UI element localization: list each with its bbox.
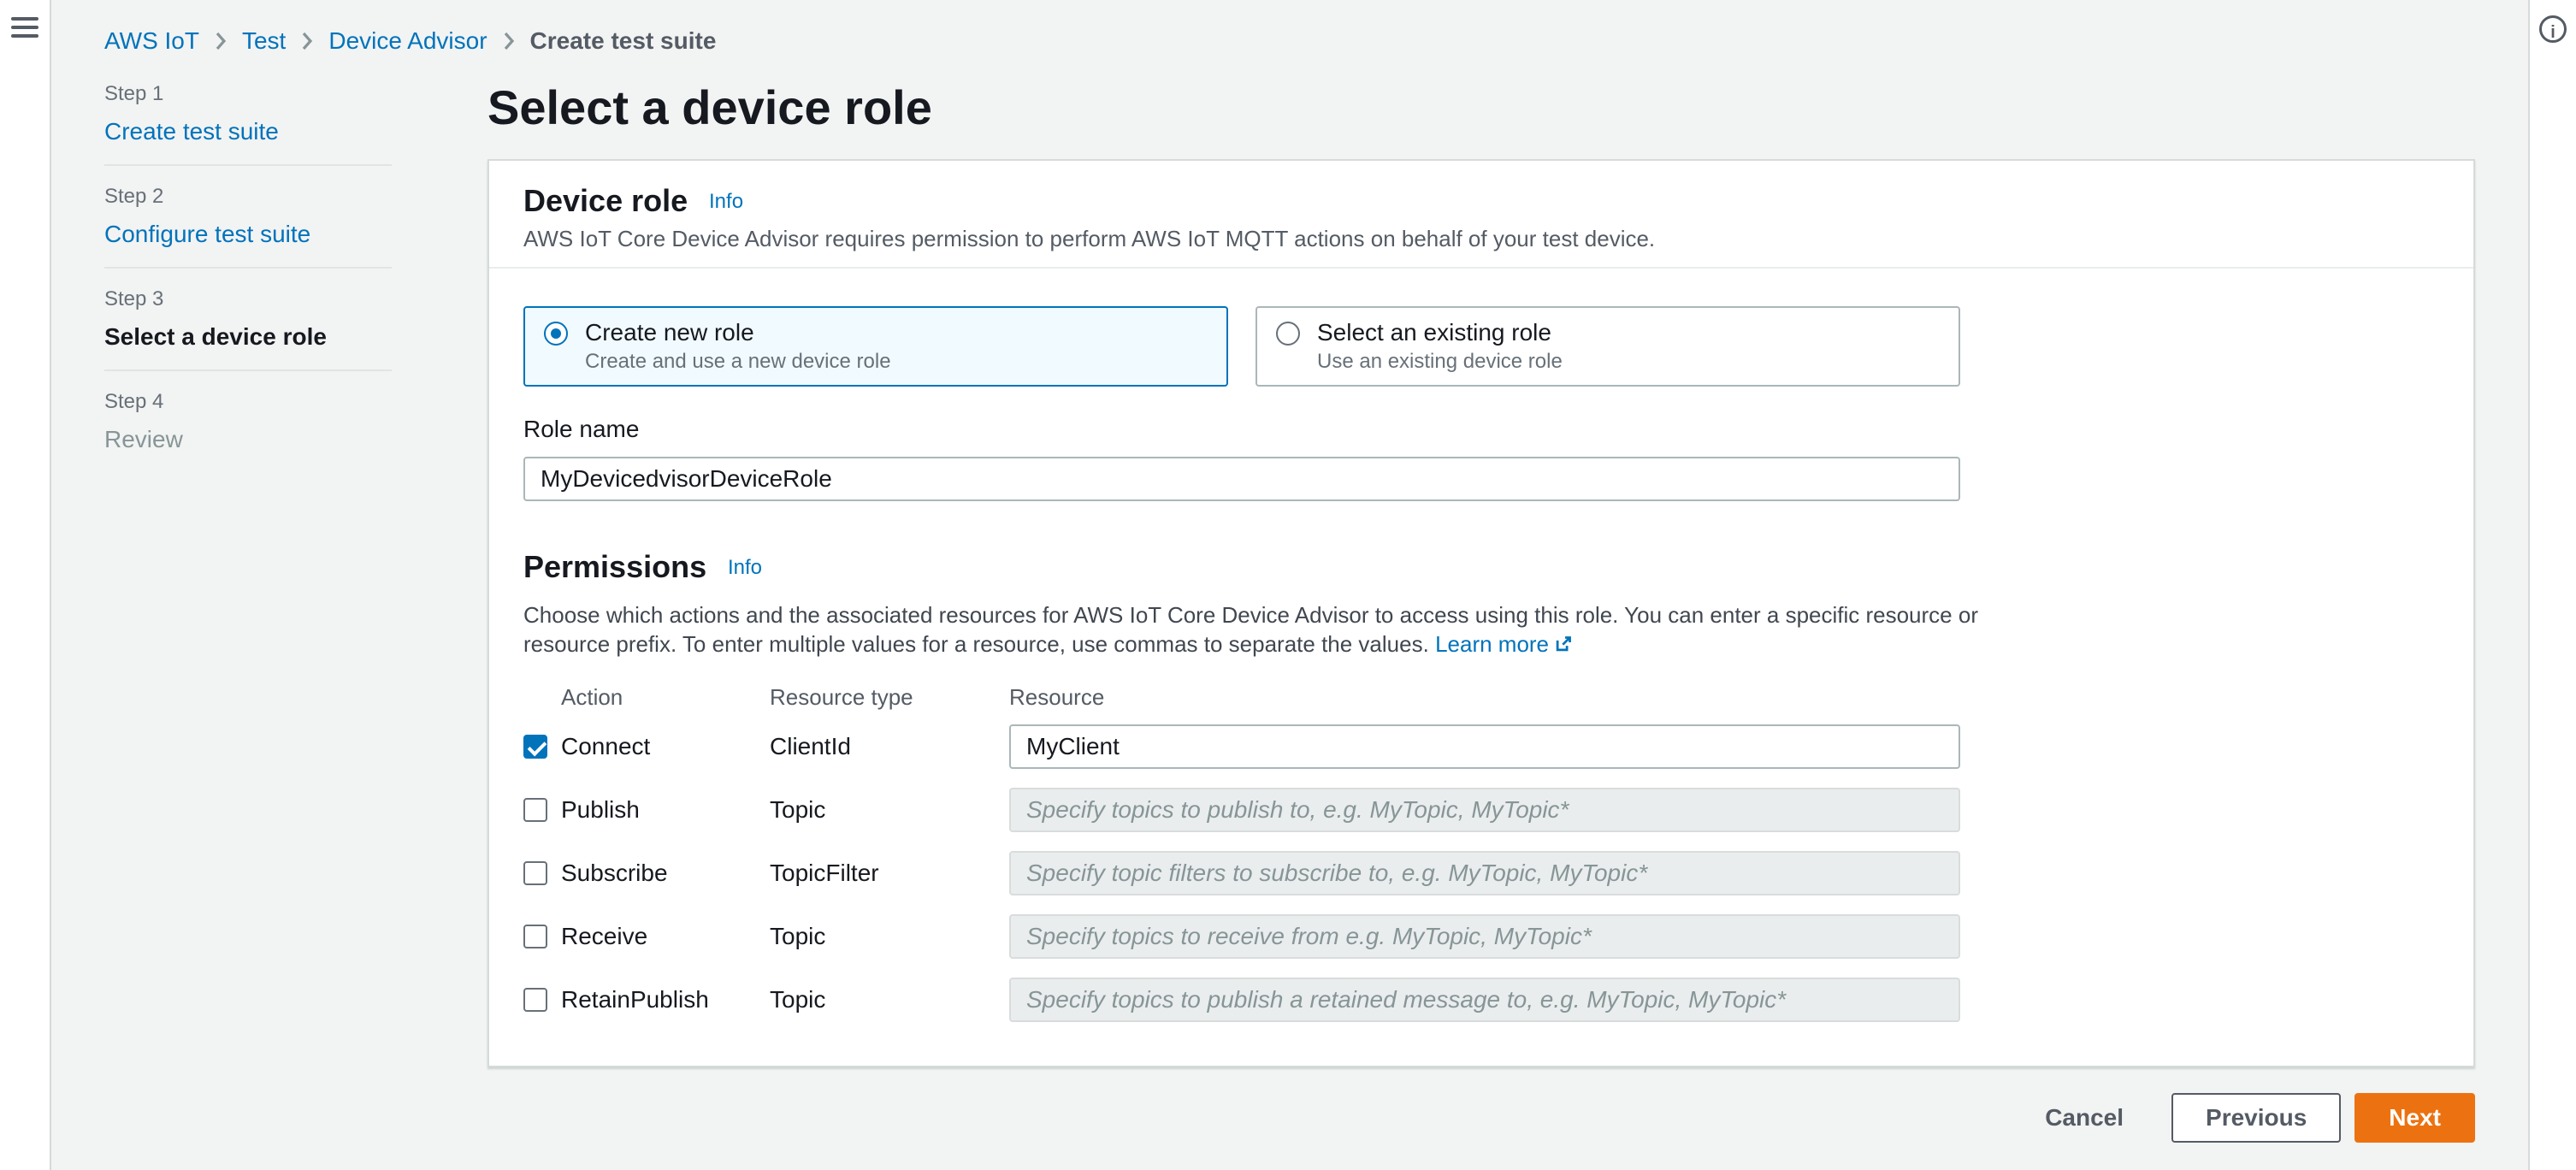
wizard-step-2-link[interactable]: Configure test suite <box>104 219 310 250</box>
permissions-header: Permissions Info <box>523 549 2439 587</box>
retainpublish-checkbox[interactable] <box>523 988 547 1012</box>
action-label[interactable]: Connect <box>561 733 650 760</box>
step-number: Step 2 <box>104 185 164 208</box>
breadcrumb-chevron-icon <box>215 32 227 50</box>
resource-type: ClientId <box>770 733 851 759</box>
cancel-button[interactable]: Cancel <box>2011 1093 2158 1143</box>
device-role-card: Device role Info AWS IoT Core Device Adv… <box>487 159 2475 1067</box>
tile-label: Select an existing role <box>1317 319 1551 346</box>
wizard-step-1: Step 1 Create test suite <box>104 82 399 145</box>
resource-type: Topic <box>770 923 826 949</box>
menu-icon[interactable] <box>11 17 38 38</box>
previous-button[interactable]: Previous <box>2171 1093 2342 1143</box>
subscribe-resource-input <box>1009 851 1960 895</box>
wizard-step-1-link[interactable]: Create test suite <box>104 116 279 147</box>
step-number: Step 1 <box>104 82 164 105</box>
breadcrumb-chevron-icon <box>503 32 515 50</box>
divider <box>104 267 392 269</box>
receive-checkbox[interactable] <box>523 925 547 948</box>
tile-label: Create new role <box>585 319 754 346</box>
permissions-table: Action Resource type Resource Connect Cl… <box>523 682 1960 1031</box>
permissions-description-text: Choose which actions and the associated … <box>523 602 1978 657</box>
role-option-tiles: Create new role Create and use a new dev… <box>523 306 1960 387</box>
retainpublish-resource-input <box>1009 978 1960 1022</box>
permissions-description: Choose which actions and the associated … <box>523 600 2005 659</box>
column-header-resource: Resource <box>1009 684 1105 710</box>
role-name-label: Role name <box>523 416 640 442</box>
external-link-icon <box>1556 636 1571 652</box>
permission-row-retainpublish: RetainPublish Topic <box>523 968 1960 1031</box>
radio-create-new-role[interactable] <box>544 322 568 346</box>
device-role-heading: Device role <box>523 183 688 218</box>
wizard-step-3-current: Select a device role <box>104 323 327 350</box>
permissions-table-header: Action Resource type Resource <box>523 682 1960 712</box>
permission-row-publish: Publish Topic <box>523 778 1960 842</box>
resource-type: TopicFilter <box>770 860 879 886</box>
tile-description: Create and use a new device role <box>585 350 891 373</box>
wizard-step-4-disabled: Review <box>104 426 183 452</box>
next-button[interactable]: Next <box>2354 1093 2475 1143</box>
permission-row-subscribe: Subscribe TopicFilter <box>523 842 1960 905</box>
step-number: Step 3 <box>104 287 164 310</box>
permissions-heading: Permissions <box>523 549 707 584</box>
divider <box>104 164 392 166</box>
breadcrumb-current: Create test suite <box>529 27 717 54</box>
role-name-input[interactable] <box>523 457 1960 501</box>
resource-type: Topic <box>770 796 826 823</box>
publish-checkbox[interactable] <box>523 798 547 822</box>
info-icon[interactable]: i <box>2539 15 2567 43</box>
action-label[interactable]: Subscribe <box>561 860 668 887</box>
device-role-info-link[interactable]: Info <box>709 190 743 213</box>
column-header-action: Action <box>561 684 623 710</box>
connect-checkbox[interactable] <box>523 735 547 759</box>
page-title: Select a device role <box>487 80 932 134</box>
card-header: Device role Info AWS IoT Core Device Adv… <box>489 161 2473 269</box>
main-content: Select a device role Device role Info AW… <box>487 75 2475 1143</box>
wizard-footer: Cancel Previous Next <box>487 1093 2475 1143</box>
breadcrumb: AWS IoT Test Device Advisor Create test … <box>104 27 716 55</box>
subscribe-checkbox[interactable] <box>523 861 547 885</box>
tile-create-new-role[interactable]: Create new role Create and use a new dev… <box>523 306 1228 387</box>
tile-description: Use an existing device role <box>1317 350 1563 373</box>
step-number: Step 4 <box>104 390 164 413</box>
wizard-steps: Step 1 Create test suite Step 2 Configur… <box>104 82 399 453</box>
learn-more-link[interactable]: Learn more <box>1435 631 1573 657</box>
permissions-info-link[interactable]: Info <box>728 556 762 579</box>
breadcrumb-chevron-icon <box>301 32 313 50</box>
tools-panel-strip: i <box>2528 0 2576 1170</box>
action-label[interactable]: Receive <box>561 923 647 950</box>
permission-row-receive: Receive Topic <box>523 905 1960 968</box>
action-label[interactable]: RetainPublish <box>561 986 709 1013</box>
column-header-resource-type: Resource type <box>770 684 913 710</box>
permission-row-connect: Connect ClientId <box>523 715 1960 778</box>
side-nav-strip <box>0 0 51 1170</box>
breadcrumb-aws-iot[interactable]: AWS IoT <box>104 27 199 55</box>
resource-type: Topic <box>770 986 826 1013</box>
radio-select-existing-role[interactable] <box>1276 322 1300 346</box>
breadcrumb-device-advisor[interactable]: Device Advisor <box>328 27 487 55</box>
device-role-description: AWS IoT Core Device Advisor requires per… <box>523 226 1656 251</box>
wizard-step-3: Step 3 Select a device role <box>104 287 399 351</box>
card-body: Create new role Create and use a new dev… <box>489 269 2473 1066</box>
action-label[interactable]: Publish <box>561 796 640 824</box>
connect-resource-input[interactable] <box>1009 724 1960 769</box>
info-icon-glyph: i <box>2550 23 2555 42</box>
publish-resource-input <box>1009 788 1960 832</box>
receive-resource-input <box>1009 914 1960 959</box>
wizard-step-4: Step 4 Review <box>104 390 399 453</box>
wizard-step-2: Step 2 Configure test suite <box>104 185 399 248</box>
divider <box>104 369 392 371</box>
tile-select-existing-role[interactable]: Select an existing role Use an existing … <box>1256 306 1960 387</box>
breadcrumb-test[interactable]: Test <box>242 27 286 55</box>
